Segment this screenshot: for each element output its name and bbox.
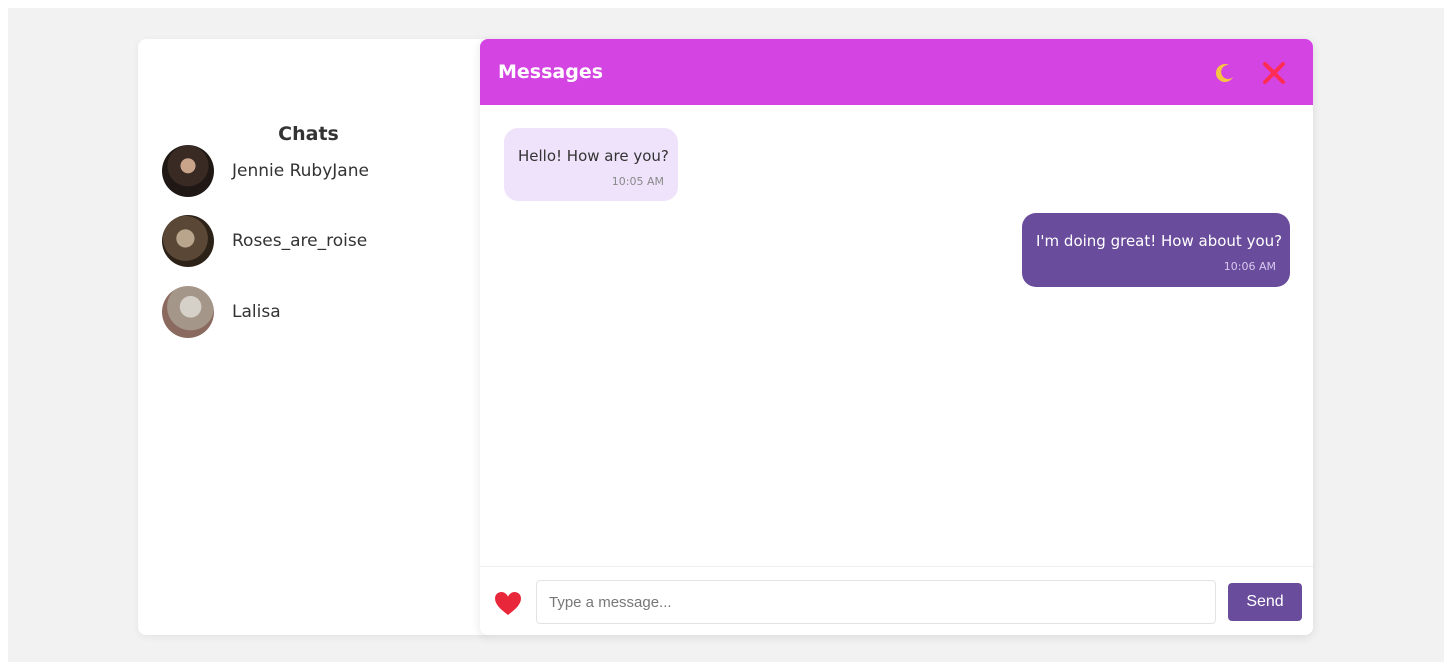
chat-item-lalisa[interactable]: Lalisa	[162, 286, 462, 338]
chat-item-jennie[interactable]: Jennie RubyJane	[162, 145, 462, 197]
message-composer: Send	[480, 566, 1313, 635]
chat-item-roses[interactable]: Roses_are_roise	[162, 215, 462, 267]
message-bubble-incoming: Hello! How are you? 10:05 AM	[504, 128, 678, 201]
message-time: 10:05 AM	[611, 175, 664, 188]
avatar	[162, 145, 214, 197]
message-text: Hello! How are you?	[518, 147, 669, 165]
avatar	[162, 286, 214, 338]
message-time: 10:06 AM	[1223, 260, 1276, 273]
header-title: Messages	[498, 61, 604, 83]
heart-icon[interactable]	[494, 591, 522, 617]
chat-name: Lalisa	[232, 302, 281, 322]
moon-icon[interactable]	[1213, 61, 1237, 85]
send-button[interactable]: Send	[1228, 583, 1302, 621]
chat-name: Roses_are_roise	[232, 231, 368, 251]
chat-name: Jennie RubyJane	[232, 161, 369, 181]
message-input[interactable]	[536, 580, 1216, 624]
sidebar-title: Chats	[278, 123, 339, 145]
messages-area: Hello! How are you? 10:05 AM I'm doing g…	[480, 105, 1313, 566]
close-icon[interactable]	[1260, 59, 1288, 87]
message-bubble-outgoing: I'm doing great! How about you? 10:06 AM	[1022, 213, 1290, 287]
message-text: I'm doing great! How about you?	[1036, 232, 1283, 250]
chat-panel: Messages Hello! How are you? 10:05 AM I'…	[480, 39, 1313, 635]
chat-header: Messages	[480, 39, 1313, 105]
avatar	[162, 215, 214, 267]
